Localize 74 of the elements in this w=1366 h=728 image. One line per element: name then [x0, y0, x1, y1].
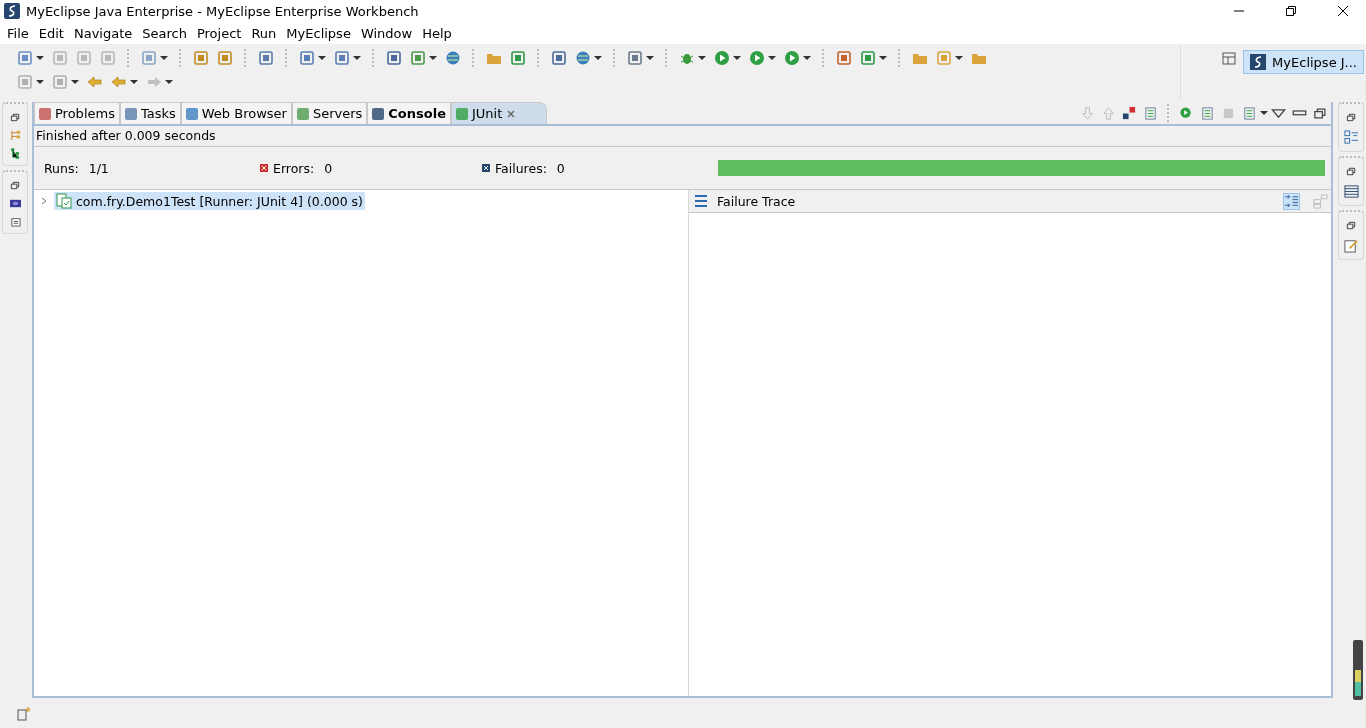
restore-icon[interactable]	[1345, 112, 1357, 123]
caret-icon[interactable]	[1260, 109, 1268, 117]
view-tab[interactable]: JUnit	[451, 102, 548, 124]
menu-item[interactable]: Window	[355, 25, 418, 41]
menu-item[interactable]: File	[2, 25, 34, 41]
globe-icon[interactable]	[575, 50, 591, 66]
caret-icon[interactable]	[803, 54, 811, 62]
failure-icon	[482, 164, 490, 172]
maximize-icon[interactable]	[1313, 105, 1328, 121]
tree-icon[interactable]	[9, 148, 21, 159]
window-title: MyEclipse Java Enterprise - MyEclipse Enterprise Workbench	[26, 3, 419, 19]
menu-item[interactable]: Edit	[33, 25, 69, 41]
memory-meter-icon	[1353, 640, 1363, 700]
caret-icon[interactable]	[36, 78, 44, 86]
view-tab[interactable]: Problems	[34, 102, 120, 124]
filter-stack-icon[interactable]	[1284, 193, 1299, 209]
counter-label: Runs:	[44, 160, 79, 176]
fast-view-icon[interactable]	[16, 706, 32, 722]
caret-icon[interactable]	[429, 54, 437, 62]
caret-icon[interactable]	[646, 54, 654, 62]
close-icon[interactable]	[1337, 5, 1349, 17]
status-text: Finished after 0.009 seconds	[34, 126, 1331, 147]
menu-item[interactable]: Help	[417, 25, 457, 41]
stack-trace-icon	[693, 193, 709, 209]
counter-label: Errors:	[273, 160, 315, 176]
menu-item[interactable]: Run	[246, 25, 282, 41]
view-tab[interactable]: Web Browser	[180, 102, 292, 124]
caret-icon[interactable]	[698, 54, 706, 62]
caret-icon[interactable]	[955, 54, 963, 62]
restore-icon[interactable]	[1285, 5, 1297, 17]
counter-value: 1/1	[88, 160, 109, 176]
counter-label: Failures:	[495, 160, 547, 176]
document-icon[interactable]	[9, 216, 21, 227]
error-icon	[260, 164, 268, 172]
perspective-button[interactable]: MyEclipse J...	[1243, 50, 1364, 74]
restore-icon[interactable]	[9, 112, 21, 123]
caret-icon[interactable]	[733, 54, 741, 62]
edit-icon[interactable]	[1343, 238, 1359, 253]
test-suite-icon	[56, 193, 72, 209]
caret-icon[interactable]	[71, 78, 79, 86]
errors-only-icon[interactable]	[1122, 105, 1137, 121]
caret-icon[interactable]	[318, 54, 326, 62]
panel-title: Failure Trace	[717, 193, 796, 209]
menu-item[interactable]: Navigate	[68, 25, 138, 41]
counter-value: 0	[324, 160, 333, 176]
open-perspective-icon[interactable]	[1221, 50, 1238, 66]
app-logo-icon	[4, 3, 20, 19]
caret-icon[interactable]	[594, 54, 602, 62]
restore-icon[interactable]	[1345, 220, 1357, 231]
table-icon[interactable]	[1343, 184, 1359, 199]
caret-icon[interactable]	[160, 54, 168, 62]
back-icon[interactable]	[87, 74, 103, 90]
caret-icon[interactable]	[36, 54, 44, 62]
menu-item[interactable]: MyEclipse	[281, 25, 356, 41]
caret-icon[interactable]	[879, 54, 887, 62]
rerun-icon[interactable]	[1179, 105, 1194, 121]
view-tab[interactable]: Tasks	[119, 102, 181, 124]
caret-icon[interactable]	[165, 78, 173, 86]
test-tree-item[interactable]: com.fry.Demo1Test [Runner: JUnit 4] (0.000 s)	[54, 192, 365, 210]
counter-value: 0	[556, 160, 565, 176]
view-tab[interactable]: Console	[367, 102, 451, 124]
restore-icon[interactable]	[1345, 166, 1357, 177]
caret-icon[interactable]	[130, 78, 138, 86]
view-tab[interactable]: Servers	[291, 102, 368, 124]
app-logo-icon	[1250, 54, 1267, 70]
caret-icon[interactable]	[353, 54, 361, 62]
caret-icon[interactable]	[768, 54, 776, 62]
outline-icon[interactable]	[1343, 130, 1359, 145]
hierarchy-icon[interactable]	[9, 130, 21, 141]
restore-icon[interactable]	[9, 180, 21, 191]
menu-item[interactable]: Project	[191, 25, 247, 41]
menu-item[interactable]: Search	[137, 25, 192, 41]
image-icon[interactable]	[9, 198, 21, 209]
globe-icon[interactable]	[445, 50, 461, 66]
